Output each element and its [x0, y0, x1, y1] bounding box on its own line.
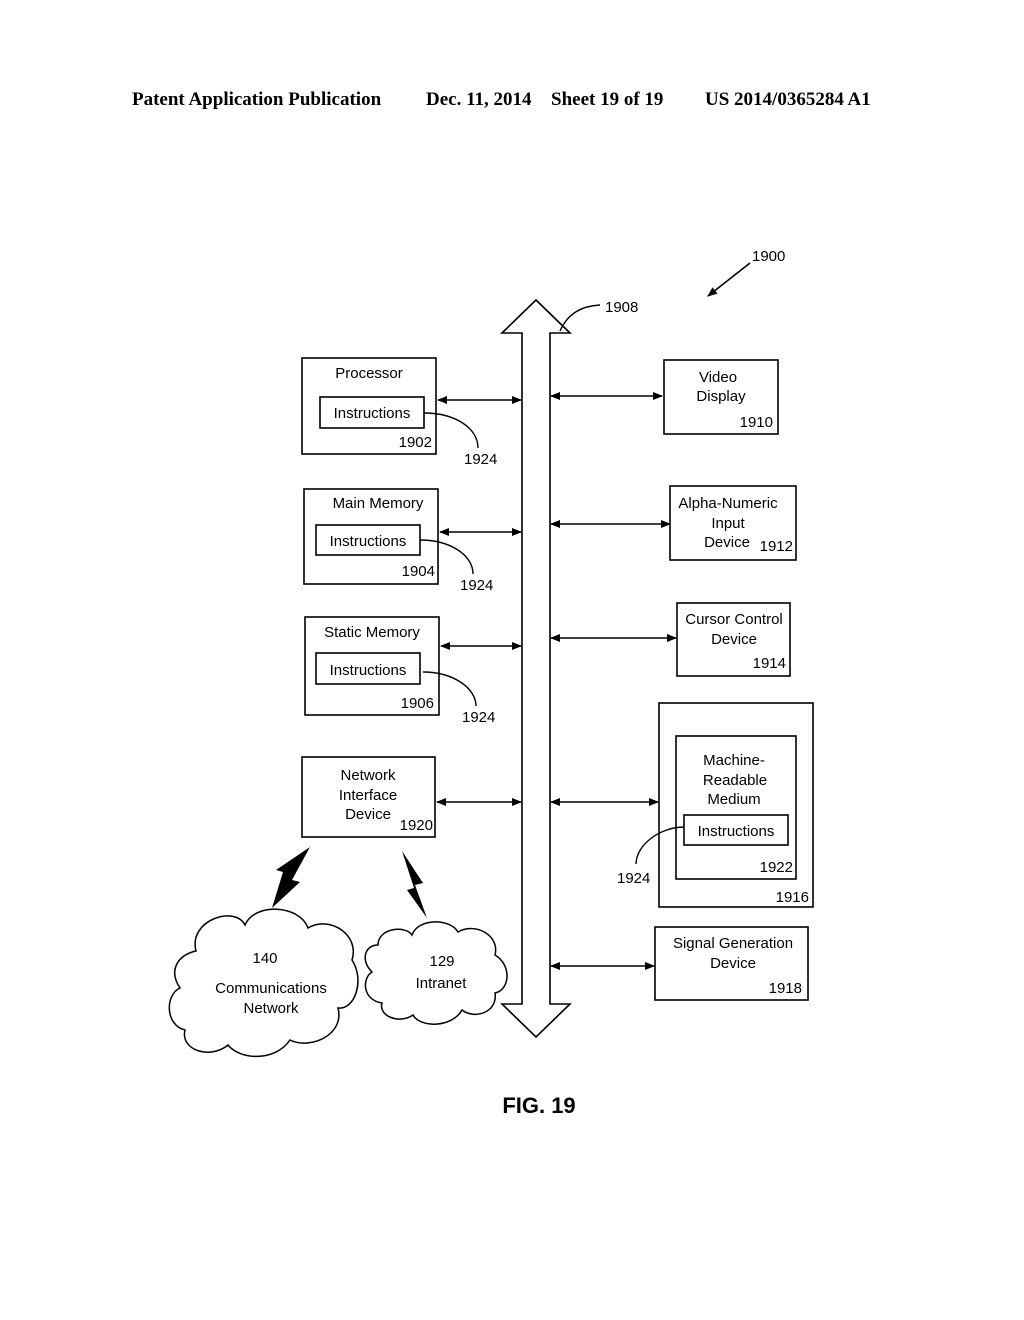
- signal-generation-label-line1: Signal Generation: [673, 935, 793, 952]
- alpha-numeric-label-line3: Device: [704, 534, 750, 551]
- cursor-control-label-line2: Device: [711, 631, 757, 648]
- machine-readable-label-line2: Readable: [703, 772, 767, 789]
- processor-block: Processor Instructions 1902: [301, 357, 437, 455]
- machine-readable-label-line3: Medium: [707, 791, 760, 808]
- intranet-cloud: [364, 921, 508, 1025]
- main-memory-instructions-label: Instructions: [330, 533, 407, 550]
- system-ref-label: 1900: [752, 248, 785, 265]
- alpha-numeric-input-block: Alpha-Numeric Input Device 1912: [669, 485, 797, 561]
- processor-label: Processor: [335, 365, 403, 382]
- cursor-control-ref: 1914: [753, 655, 786, 672]
- network-interface-label-line1: Network: [340, 767, 396, 784]
- static-memory-label: Static Memory: [324, 624, 420, 641]
- communications-network-ref: 140: [252, 950, 277, 967]
- system-ref-arrow: [707, 262, 751, 297]
- main-memory-ref: 1904: [402, 563, 435, 580]
- static-memory-block: Static Memory Instructions 1906: [304, 616, 440, 716]
- intranet-label: Intranet: [416, 975, 468, 992]
- signal-generation-label-line2: Device: [710, 955, 756, 972]
- main-memory-instructions-ref: 1924: [460, 577, 493, 594]
- video-display-block: Video Display 1910: [663, 359, 779, 435]
- processor-instructions-label: Instructions: [334, 405, 411, 422]
- video-display-label-line1: Video: [699, 369, 737, 386]
- medium-instructions-ref: 1924: [617, 870, 650, 887]
- signal-generation-block: Signal Generation Device 1918: [654, 926, 809, 1001]
- cursor-control-label-line1: Cursor Control: [685, 611, 783, 628]
- processor-instructions-ref: 1924: [464, 451, 497, 468]
- medium-instructions-label: Instructions: [698, 823, 775, 840]
- intranet-ref: 129: [429, 953, 454, 970]
- alpha-numeric-ref: 1912: [760, 538, 793, 555]
- communications-network-label-line2: Network: [243, 1000, 299, 1017]
- bus-ref-label: 1908: [605, 299, 638, 316]
- alpha-numeric-label-line2: Input: [711, 515, 745, 532]
- main-memory-block: Main Memory Instructions 1904: [303, 488, 439, 585]
- bus-double-arrow: [500, 298, 572, 1039]
- communications-network-label-line1: Communications: [215, 980, 327, 997]
- drive-unit-block: Machine- Readable Medium Instructions 19…: [658, 702, 814, 908]
- network-interface-label-line3: Device: [345, 806, 391, 823]
- static-memory-instructions-label: Instructions: [330, 662, 407, 679]
- static-memory-ref: 1906: [401, 695, 434, 712]
- signal-generation-ref: 1918: [769, 980, 802, 997]
- block-diagram: 1900 1908 Processor Instructions 1902 19…: [168, 248, 814, 1118]
- video-display-label-line2: Display: [696, 388, 746, 405]
- bus-leader-line: [559, 304, 601, 332]
- network-interface-ref: 1920: [400, 817, 433, 834]
- video-display-ref: 1910: [740, 414, 773, 431]
- machine-readable-ref: 1922: [760, 859, 793, 876]
- cursor-control-block: Cursor Control Device 1914: [676, 602, 791, 677]
- drive-unit-ref: 1916: [776, 889, 809, 906]
- machine-readable-label-line1: Machine-: [703, 752, 765, 769]
- network-interface-label-line2: Interface: [339, 787, 397, 804]
- lightning-bolt-icon: [402, 851, 427, 918]
- processor-ref: 1902: [399, 434, 432, 451]
- figure-caption: FIG. 19: [502, 1093, 575, 1118]
- lightning-bolt-icon: [272, 847, 310, 908]
- network-interface-block: Network Interface Device 1920: [301, 756, 436, 838]
- alpha-numeric-label-line1: Alpha-Numeric: [678, 495, 778, 512]
- main-memory-label: Main Memory: [333, 495, 424, 512]
- static-memory-instructions-ref: 1924: [462, 709, 495, 726]
